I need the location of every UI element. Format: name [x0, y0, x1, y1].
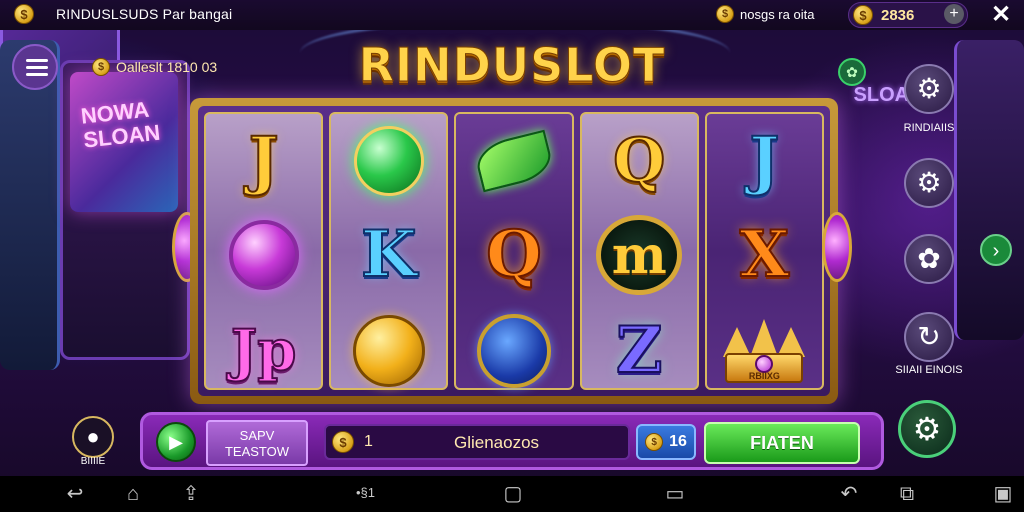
game-settings-button[interactable]: ⚙	[898, 400, 956, 458]
symbol-x: X	[739, 217, 791, 292]
symbol-k: K	[360, 217, 418, 292]
refresh-button[interactable]: ↻	[904, 312, 954, 362]
symbol-blue-medal	[468, 310, 560, 392]
reel-frame: J Jp K Q Q m Z J X RBIIXG	[190, 98, 838, 404]
bet-field[interactable]: $ 1 Glienaozos	[324, 424, 630, 460]
reel-1: J Jp	[204, 112, 324, 390]
symbol-gold-q: Q	[612, 126, 666, 196]
autoplay-button[interactable]: SAPV TEASTOW	[206, 420, 308, 466]
coin-icon: $	[14, 4, 34, 24]
back-icon[interactable]: ↩	[60, 482, 90, 506]
crown-icon: RBIIXG	[721, 319, 807, 383]
reel-area: J Jp K Q Q m Z J X RBIIXG	[198, 106, 830, 396]
flower-icon: ✿	[917, 243, 941, 274]
settings-label: RINDIAIIS	[903, 122, 955, 134]
balance-value: 2836	[881, 6, 915, 24]
coin-icon: $	[92, 58, 110, 76]
features-button[interactable]: ✿	[904, 234, 954, 284]
gear-icon: ⚙	[916, 167, 942, 198]
autoplay-label-1: SAPV	[239, 428, 275, 443]
user-icon: ●	[86, 424, 100, 449]
symbol-crown: RBIIXG	[718, 310, 810, 392]
coin-icon: $	[645, 433, 664, 451]
reel-5: J X RBIIXG	[704, 112, 825, 392]
reel-2: K	[329, 112, 449, 392]
avatar[interactable]: ●	[72, 416, 114, 458]
symbol-m-medal: m	[593, 214, 685, 296]
game-logo: RINDUSLOT	[358, 38, 666, 93]
avatar-label: BIIIIE	[80, 456, 106, 467]
screenshot-icon[interactable]: ▣	[988, 482, 1018, 506]
settings-button[interactable]: ⚙	[904, 64, 954, 114]
rotate-icon[interactable]: ↶	[834, 482, 864, 506]
refresh-icon: ↻	[917, 321, 941, 352]
hamburger-line	[26, 66, 48, 69]
reel-ornament-right	[822, 212, 852, 282]
symbol-green-gem	[343, 120, 435, 202]
news-text: nosgs ra oita	[740, 6, 815, 22]
arcade-cabinet-right	[954, 40, 1024, 340]
autoplay-label-2: TEASTOW	[224, 444, 290, 459]
next-arrow-button[interactable]: ›	[980, 234, 1012, 266]
news-ticker[interactable]: $ nosgs ra oita	[716, 5, 814, 23]
recent-apps-icon[interactable]: ▭	[660, 482, 690, 506]
leaf-badge-icon[interactable]: ✿	[838, 58, 866, 86]
refresh-label: SIIAII EINOIS	[895, 364, 963, 376]
symbol-jp: Jp	[230, 318, 298, 384]
app-title: RINDUSLSUDS Par bangai	[56, 6, 233, 22]
close-button[interactable]: ✕	[988, 2, 1014, 28]
system-nav-bar: ↩ ⌂ ⇪ •§1 ▢ ▭ ↶ ⧉ ▣	[0, 476, 1024, 512]
symbol-q: Q	[485, 217, 543, 292]
share-icon[interactable]: ⇪	[176, 482, 206, 506]
square-icon[interactable]: ▢	[498, 482, 528, 506]
windows-icon[interactable]: ⧉	[892, 482, 922, 506]
symbol-j: J	[247, 123, 279, 198]
symbol-purple-gem	[218, 214, 310, 296]
bet-text: Glienaozos	[454, 433, 540, 452]
coin-icon: $	[853, 5, 873, 25]
top-bar: $ RINDUSLSUDS Par bangai $ nosgs ra oita…	[0, 0, 1024, 30]
reel-4: Q m Z	[579, 112, 699, 390]
hamburger-line	[26, 73, 48, 76]
menu-button[interactable]	[12, 44, 58, 90]
symbol-leaf	[468, 120, 560, 202]
nav-status-text: •§1	[356, 485, 376, 500]
gear-icon: ⚙	[916, 73, 942, 104]
play-icon: ▶	[169, 432, 183, 452]
jackpot-text: Oalleslt 1810 03	[116, 59, 218, 75]
spin-button[interactable]: FIATEN	[704, 422, 860, 464]
symbol-gold-coin	[343, 310, 435, 392]
gear-icon: ⚙	[912, 411, 942, 447]
options-button[interactable]: ⚙	[904, 158, 954, 208]
game-screen: NOWA SLOAN SLOAIS $ RINDUSLSUDS Par banga…	[0, 0, 1024, 512]
arcade-screen-art: NOWA SLOAN	[79, 96, 162, 153]
lines-value: 16	[669, 433, 687, 450]
reel-3: Q	[454, 112, 574, 392]
home-icon[interactable]: ⌂	[118, 482, 148, 506]
add-coins-button[interactable]: +	[944, 4, 964, 24]
symbol-j-blue: J	[748, 123, 780, 198]
bet-value: 1	[364, 433, 373, 450]
symbol-z: Z	[615, 313, 664, 388]
play-button[interactable]: ▶	[156, 422, 196, 462]
hamburger-line	[26, 59, 48, 62]
chevron-right-icon: ›	[992, 240, 1000, 262]
coin-icon: $	[332, 431, 354, 453]
lines-selector[interactable]: $ 16	[636, 424, 696, 460]
jackpot-info: $ Oalleslt 1810 03	[92, 58, 217, 76]
coin-icon: $	[716, 5, 734, 23]
